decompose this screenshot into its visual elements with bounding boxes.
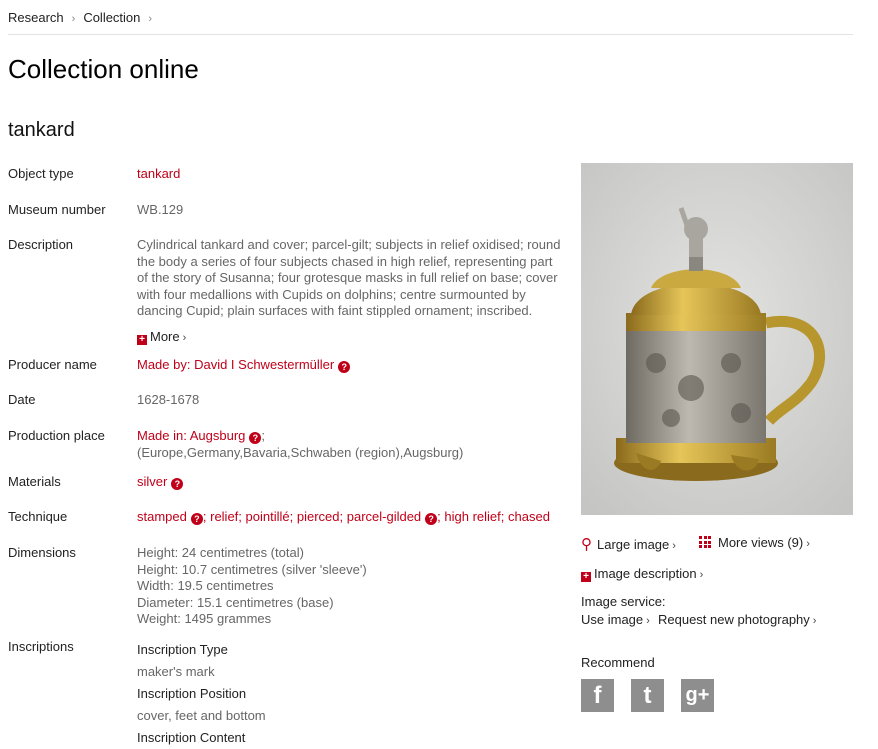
tankard-image — [581, 163, 853, 515]
chevron-right-icon: › — [71, 13, 76, 25]
chevron-right-icon: › — [646, 615, 650, 627]
more-views-link[interactable]: More views (9) › — [699, 535, 810, 550]
request-photography-label: Request new photography — [658, 612, 810, 627]
twitter-icon[interactable]: t — [631, 679, 664, 712]
technique-link[interactable]: high relief — [444, 509, 500, 524]
chevron-right-icon: › — [672, 540, 676, 552]
technique-link[interactable]: stamped — [137, 509, 187, 524]
field-label: Museum number — [8, 202, 106, 217]
help-icon[interactable]: ? — [249, 432, 262, 444]
use-image-link[interactable]: Use image › — [581, 612, 650, 627]
object-type-link[interactable]: tankard — [137, 166, 180, 181]
field-label: Materials — [8, 474, 61, 489]
date-value: 1628-1678 — [137, 392, 200, 407]
image-service-label: Image service: — [581, 594, 666, 609]
image-description-link[interactable]: + Image description › — [581, 566, 703, 582]
inscription-heading: Inscription Position — [137, 686, 247, 701]
dimension-line: Width: 19.5 centimetres — [137, 578, 274, 593]
inscription-value: cover, feet and bottom — [137, 708, 266, 723]
twitter-glyph: t — [643, 682, 652, 709]
chevron-right-icon: › — [812, 615, 817, 627]
description-line: the body a series of four subjects chase… — [137, 253, 553, 269]
technique-link[interactable]: parcel-gilded — [347, 509, 421, 524]
chevron-right-icon: › — [806, 538, 810, 550]
more-link[interactable]: + More › — [137, 329, 567, 347]
field-label: Dimensions — [8, 545, 76, 560]
more-views-label: More views (9) — [718, 535, 804, 550]
field-label: Production place — [8, 428, 105, 443]
description-line: with four medallions with Cupids on dolp… — [137, 286, 526, 302]
dimension-line: Diameter: 15.1 centimetres (base) — [137, 594, 334, 610]
facebook-glyph: f — [593, 682, 602, 709]
dimensions-list: Height: 24 centimetres (total) Height: 1… — [137, 545, 567, 628]
request-photography-link[interactable]: Request new photography › — [658, 612, 816, 627]
technique-list: stamped?; relief; pointillé; pierced; pa… — [137, 509, 550, 525]
description-line: of the story of Susanna; four grotesque … — [137, 270, 558, 285]
field-production-place: Production place Made in: Augsburg?; (Eu… — [8, 428, 568, 462]
field-label: Inscriptions — [8, 639, 74, 654]
help-icon[interactable]: ? — [425, 513, 438, 525]
large-image-label: Large image — [597, 537, 670, 552]
field-label: Date — [8, 392, 36, 407]
large-image-link[interactable]: ⚲ Large image › — [581, 535, 676, 553]
chevron-right-icon: › — [182, 331, 187, 344]
image-description-label: Image description — [594, 566, 697, 581]
museum-number-value: WB.129 — [137, 202, 184, 217]
field-label: Description — [8, 237, 74, 252]
plus-icon: + — [137, 334, 147, 345]
description-text: Cylindrical tankard and cover; parcel-gi… — [137, 237, 567, 346]
breadcrumb-collection[interactable]: Collection — [83, 10, 140, 25]
inscription-value: maker's mark — [137, 664, 215, 679]
inscription-heading: Inscription Content — [137, 730, 246, 745]
field-dimensions: Dimensions Height: 24 centimetres (total… — [8, 545, 568, 627]
page-title: Collection online — [8, 54, 199, 84]
field-label: Object type — [8, 166, 74, 181]
dimension-line: Height: 10.7 centimetres (silver 'sleeve… — [137, 561, 367, 577]
breadcrumb-research[interactable]: Research — [8, 10, 64, 25]
separator: ; — [261, 428, 266, 443]
google-plus-glyph: g+ — [685, 684, 710, 706]
inscription-heading: Inscription Type — [137, 642, 228, 657]
help-icon[interactable]: ? — [338, 361, 351, 373]
technique-link[interactable]: pierced — [297, 509, 340, 524]
grid-icon — [699, 536, 711, 548]
help-icon[interactable]: ? — [171, 478, 184, 490]
field-description: Description Cylindrical tankard and cove… — [8, 237, 568, 347]
use-image-label: Use image — [581, 612, 644, 627]
breadcrumb: Research › Collection › — [8, 10, 160, 25]
production-place-link[interactable]: Made in: Augsburg — [137, 428, 245, 443]
more-label: More — [150, 328, 180, 344]
plus-icon: + — [581, 572, 591, 582]
description-line: dancing Cupid; plain surfaces with faint… — [137, 303, 533, 318]
recommend-heading: Recommend — [581, 655, 655, 670]
field-label: Producer name — [8, 357, 97, 372]
chevron-right-icon: › — [148, 13, 153, 25]
description-line: Cylindrical tankard and cover; parcel-gi… — [137, 237, 561, 252]
help-icon[interactable]: ? — [190, 513, 203, 525]
zoom-icon: ⚲ — [581, 536, 592, 553]
object-title: tankard — [8, 119, 75, 141]
dimension-line: Weight: 1495 grammes — [137, 611, 272, 626]
inscriptions-list: Inscription Type maker's mark Inscriptio… — [137, 639, 567, 749]
place-hierarchy: (Europe,Germany,Bavaria,Schwaben (region… — [137, 444, 464, 460]
field-label: Technique — [8, 509, 68, 524]
material-link[interactable]: silver — [137, 474, 167, 489]
chevron-right-icon: › — [699, 569, 704, 581]
dimension-line: Height: 24 centimetres (total) — [137, 545, 304, 560]
technique-link[interactable]: pointillé — [246, 509, 290, 524]
divider — [8, 34, 853, 35]
technique-link[interactable]: chased — [508, 509, 550, 524]
field-inscriptions: Inscriptions Inscription Type maker's ma… — [8, 639, 568, 745]
technique-link[interactable]: relief — [210, 509, 238, 524]
google-plus-icon[interactable]: g+ — [681, 679, 714, 712]
object-image[interactable] — [581, 163, 853, 515]
producer-link[interactable]: Made by: David I Schwestermüller — [137, 357, 334, 372]
facebook-icon[interactable]: f — [581, 679, 614, 712]
